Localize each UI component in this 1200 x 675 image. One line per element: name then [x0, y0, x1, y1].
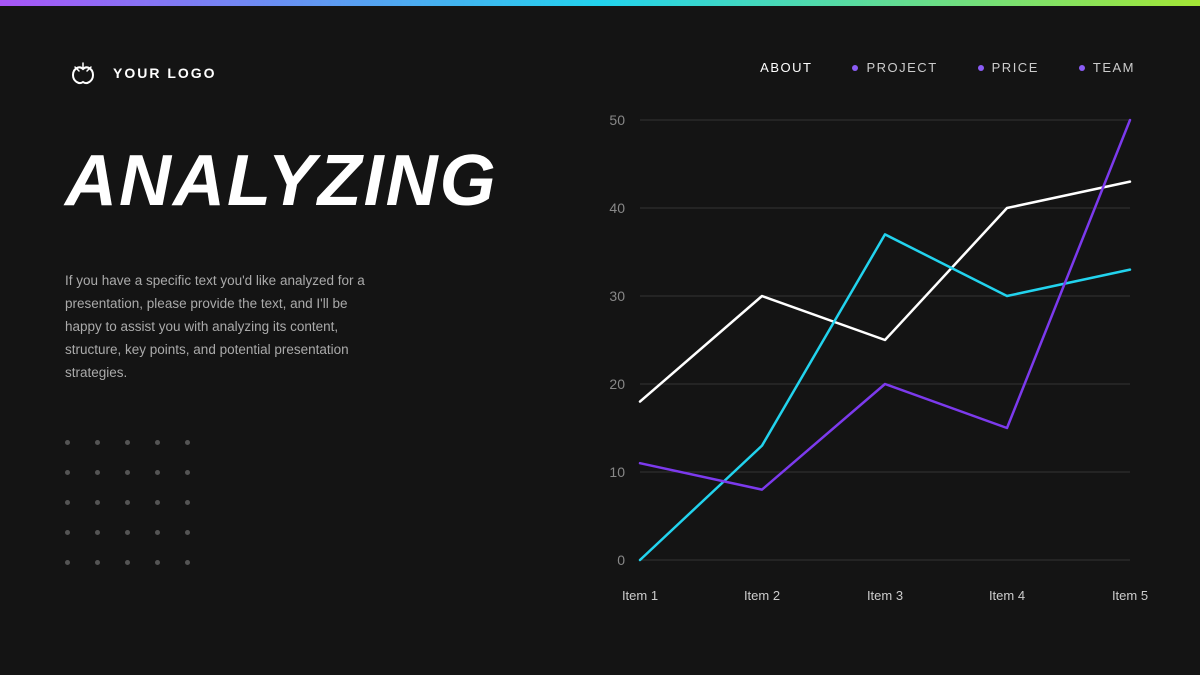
dot — [155, 560, 160, 565]
y-label-30: 30 — [609, 288, 625, 304]
logo-text: YOUR LOGO — [113, 65, 217, 81]
logo-icon — [65, 55, 101, 91]
nav-item-about[interactable]: ABOUT — [760, 60, 812, 75]
nav-dot-project — [852, 65, 858, 71]
dot — [65, 470, 70, 475]
top-gradient-bar — [0, 0, 1200, 6]
nav-label-team: TEAM — [1093, 60, 1135, 75]
x-label-4: Item 4 — [989, 588, 1025, 603]
x-label-5: Item 5 — [1112, 588, 1148, 603]
x-label-1: Item 1 — [622, 588, 658, 603]
dot — [125, 470, 130, 475]
y-label-40: 40 — [609, 200, 625, 216]
dot — [95, 440, 100, 445]
line-purple — [640, 120, 1130, 490]
logo-area: YOUR LOGO — [65, 55, 217, 91]
dot — [125, 440, 130, 445]
nav-item-project[interactable]: PROJECT — [852, 60, 937, 75]
dot — [65, 440, 70, 445]
y-label-0: 0 — [617, 552, 625, 568]
dot — [95, 500, 100, 505]
dot — [155, 530, 160, 535]
chart-container: 0 10 20 30 40 50 Item 1 Item 2 Item 3 It… — [580, 100, 1150, 630]
page-title: ANALYZING — [65, 140, 498, 222]
dot — [95, 470, 100, 475]
nav-dot-price — [978, 65, 984, 71]
dots-decoration — [65, 440, 205, 580]
nav-item-team[interactable]: TEAM — [1079, 60, 1135, 75]
dot — [125, 500, 130, 505]
line-cyan — [640, 234, 1130, 560]
nav-label-project: PROJECT — [866, 60, 937, 75]
line-chart: 0 10 20 30 40 50 Item 1 Item 2 Item 3 It… — [580, 100, 1150, 630]
y-label-20: 20 — [609, 376, 625, 392]
body-text: If you have a specific text you'd like a… — [65, 270, 385, 385]
x-label-3: Item 3 — [867, 588, 903, 603]
dot — [185, 500, 190, 505]
dot — [65, 530, 70, 535]
x-label-2: Item 2 — [744, 588, 780, 603]
dot — [185, 530, 190, 535]
dot — [65, 500, 70, 505]
nav-label-price: PRICE — [992, 60, 1039, 75]
dot — [95, 530, 100, 535]
dot — [125, 530, 130, 535]
line-white — [640, 182, 1130, 402]
dot — [65, 560, 70, 565]
dot — [185, 470, 190, 475]
dot — [155, 470, 160, 475]
dot — [125, 560, 130, 565]
dot — [155, 500, 160, 505]
nav-label-about: ABOUT — [760, 60, 812, 75]
y-label-10: 10 — [609, 464, 625, 480]
dot — [185, 560, 190, 565]
nav-dot-team — [1079, 65, 1085, 71]
dot — [185, 440, 190, 445]
y-label-50: 50 — [609, 112, 625, 128]
dot — [95, 560, 100, 565]
nav-item-price[interactable]: PRICE — [978, 60, 1039, 75]
dot — [155, 440, 160, 445]
navigation: ABOUT PROJECT PRICE TEAM — [760, 60, 1135, 75]
